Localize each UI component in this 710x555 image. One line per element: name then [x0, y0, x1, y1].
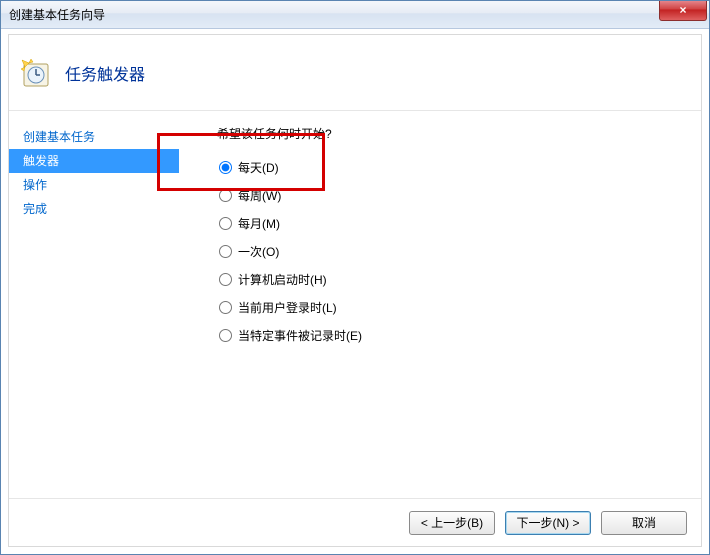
option-startup[interactable]: 计算机启动时(H)	[219, 270, 701, 288]
option-label[interactable]: 当特定事件被记录时(E)	[238, 327, 362, 344]
clock-icon	[19, 57, 51, 89]
next-button[interactable]: 下一步(N) >	[505, 511, 591, 535]
option-label[interactable]: 当前用户登录时(L)	[238, 299, 337, 316]
radio-once[interactable]	[219, 245, 232, 258]
sidebar-item-label: 操作	[23, 178, 47, 192]
back-button[interactable]: < 上一步(B)	[409, 511, 495, 535]
wizard-body: 创建基本任务 触发器 操作 完成 希望该任务何时开始? 每天(D) 每周(W)	[9, 111, 701, 498]
option-label[interactable]: 一次(O)	[238, 243, 279, 260]
wizard-header: 任务触发器	[9, 35, 701, 111]
trigger-options: 每天(D) 每周(W) 每月(M) 一次(O)	[217, 158, 701, 344]
radio-monthly[interactable]	[219, 217, 232, 230]
wizard-footer: < 上一步(B) 下一步(N) > 取消	[9, 498, 701, 546]
sidebar-item-finish[interactable]: 完成	[9, 197, 179, 221]
sidebar-item-action[interactable]: 操作	[9, 173, 179, 197]
sidebar-item-trigger[interactable]: 触发器	[9, 149, 179, 173]
trigger-prompt: 希望该任务何时开始?	[217, 125, 701, 142]
wizard-window: 创建基本任务向导 × 任务触发器 创建基本任务	[0, 0, 710, 555]
close-button[interactable]: ×	[659, 1, 707, 21]
cancel-button[interactable]: 取消	[601, 511, 687, 535]
option-label[interactable]: 每月(M)	[238, 215, 280, 232]
option-label[interactable]: 计算机启动时(H)	[238, 271, 327, 288]
sidebar-item-label: 触发器	[23, 154, 59, 168]
option-once[interactable]: 一次(O)	[219, 242, 701, 260]
wizard-main-panel: 希望该任务何时开始? 每天(D) 每周(W) 每月(M)	[179, 111, 701, 498]
sidebar-item-create-task[interactable]: 创建基本任务	[9, 125, 179, 149]
wizard-sidebar: 创建基本任务 触发器 操作 完成	[9, 111, 179, 498]
option-logon[interactable]: 当前用户登录时(L)	[219, 298, 701, 316]
wizard-header-title: 任务触发器	[65, 61, 145, 85]
radio-startup[interactable]	[219, 273, 232, 286]
option-label[interactable]: 每周(W)	[238, 187, 281, 204]
content-panel: 任务触发器 创建基本任务 触发器 操作 完成 希望该任务何时开始? 每天(D)	[8, 34, 702, 547]
close-icon: ×	[679, 3, 686, 17]
option-monthly[interactable]: 每月(M)	[219, 214, 701, 232]
option-label[interactable]: 每天(D)	[238, 159, 279, 176]
sidebar-item-label: 完成	[23, 202, 47, 216]
option-weekly[interactable]: 每周(W)	[219, 186, 701, 204]
window-title: 创建基本任务向导	[1, 6, 105, 23]
titlebar: 创建基本任务向导 ×	[1, 1, 709, 29]
option-event[interactable]: 当特定事件被记录时(E)	[219, 326, 701, 344]
option-daily[interactable]: 每天(D)	[219, 158, 701, 176]
radio-logon[interactable]	[219, 301, 232, 314]
sidebar-item-label: 创建基本任务	[23, 130, 95, 144]
radio-weekly[interactable]	[219, 189, 232, 202]
radio-event[interactable]	[219, 329, 232, 342]
radio-daily[interactable]	[219, 161, 232, 174]
